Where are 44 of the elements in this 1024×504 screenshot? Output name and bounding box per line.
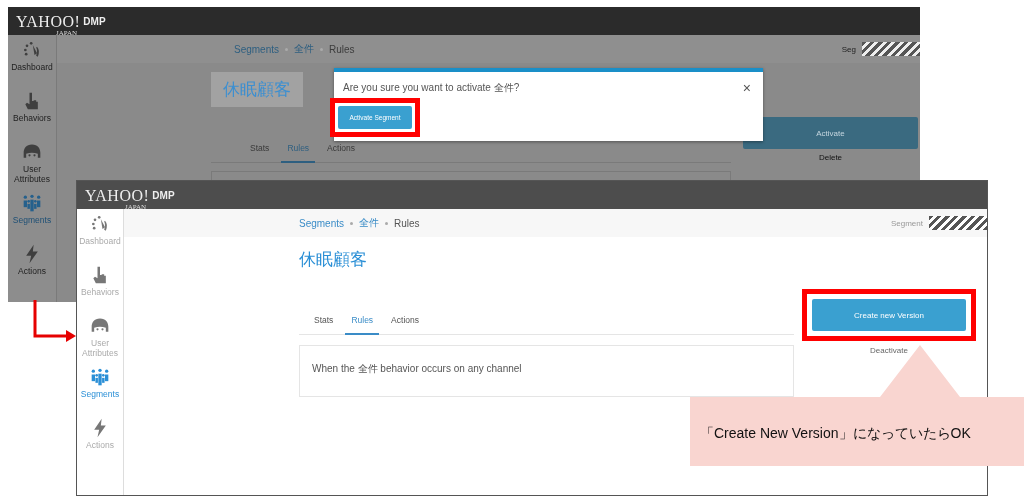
sidebar-item[interactable]: Behaviors: [8, 86, 56, 137]
secondary-link[interactable]: Deactivate: [870, 346, 908, 355]
sidebar-item[interactable]: Dashboard: [77, 209, 123, 260]
primary-button[interactable]: Activate: [743, 117, 918, 149]
tab[interactable]: Actions: [385, 311, 425, 335]
people-group-icon: [22, 193, 42, 213]
sidebar-item[interactable]: Behaviors: [77, 260, 123, 311]
people-group-icon: [90, 367, 110, 387]
primary-button[interactable]: Create new Version: [812, 299, 966, 331]
sidebar-item[interactable]: Actions: [77, 413, 123, 464]
breadcrumb-link[interactable]: Segments: [234, 43, 280, 55]
callout-text: 「Create New Version」になっていたらOK: [700, 425, 971, 443]
dialog-message: Are you sure you want to activate 全件?: [343, 81, 521, 95]
sidebar-item[interactable]: Dashboard: [8, 35, 56, 86]
sidebar-item[interactable]: Segments: [77, 362, 123, 413]
tab[interactable]: Stats: [308, 311, 340, 335]
redacted-block: [929, 216, 987, 230]
sidebar-item[interactable]: User Attributes: [8, 137, 56, 188]
tab[interactable]: Rules: [281, 139, 316, 163]
page-title: 休眠顧客: [211, 72, 303, 107]
logo-text: YAHOO!: [16, 12, 81, 30]
breadcrumb-link[interactable]: 全件: [294, 42, 315, 56]
breadcrumb-link[interactable]: 全件: [359, 216, 380, 230]
close-button[interactable]: ×: [738, 80, 755, 96]
sidebar-item[interactable]: Segments: [8, 188, 56, 239]
bullet-icon: [385, 221, 389, 225]
secondary-link[interactable]: Delete: [818, 153, 843, 162]
product-name: DMP: [83, 16, 106, 27]
tab[interactable]: Stats: [244, 139, 276, 163]
bullet-icon: [350, 221, 354, 225]
sidebar-item[interactable]: Actions: [8, 239, 56, 290]
rule-text: When the 全件 behavior occurs on any channel: [312, 363, 522, 374]
user-label: Seg: [841, 44, 856, 54]
redacted-block: [862, 42, 920, 56]
tab[interactable]: Rules: [345, 311, 380, 335]
tab[interactable]: Actions: [321, 139, 361, 163]
breadcrumb-link[interactable]: Rules: [329, 43, 355, 55]
breadcrumb-link[interactable]: Segments: [299, 217, 345, 229]
user-label: Segment: [890, 218, 923, 228]
breadcrumb-link[interactable]: Rules: [394, 217, 420, 229]
logo-text: YAHOO!: [85, 186, 150, 204]
page-title: 休眠顧客: [299, 249, 367, 271]
sidebar-item[interactable]: User Attributes: [77, 311, 123, 362]
product-name: DMP: [152, 190, 175, 201]
